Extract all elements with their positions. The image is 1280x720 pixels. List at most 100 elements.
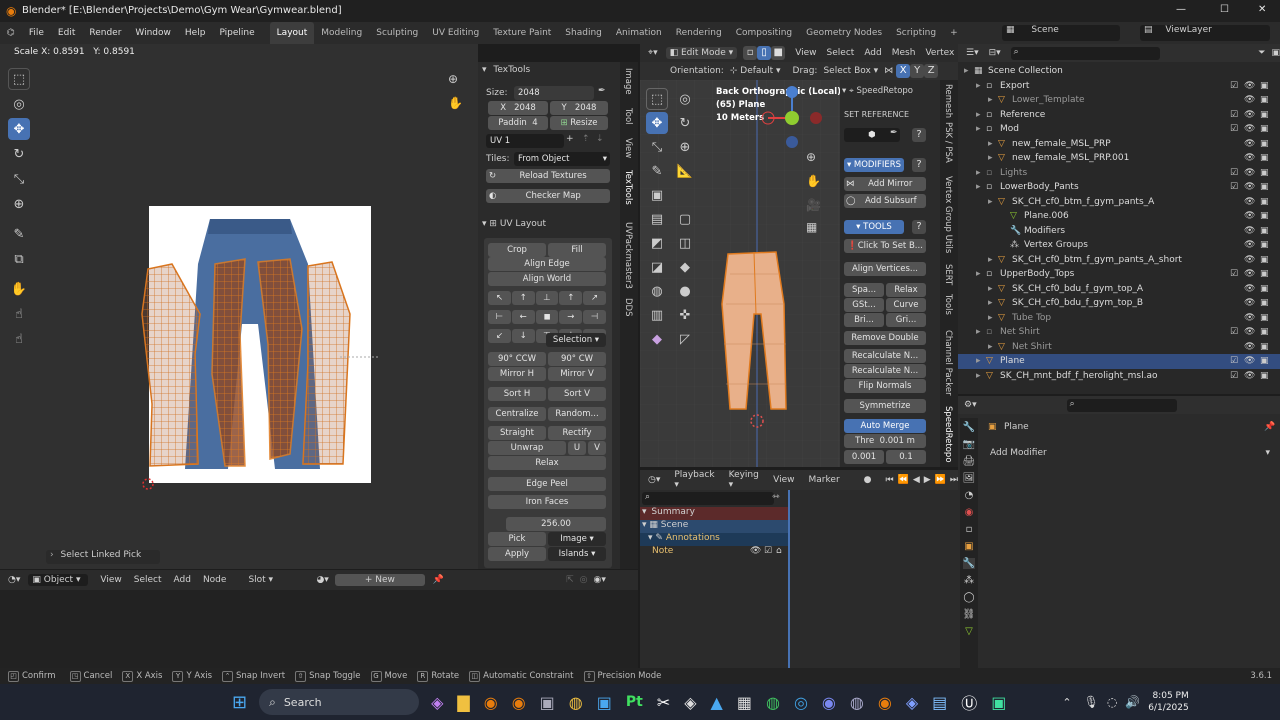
symmetrize-button[interactable]: Symmetrize	[844, 399, 926, 413]
bridge-button[interactable]: Bri...	[844, 313, 884, 327]
notepad-icon[interactable]: ▤	[932, 693, 947, 712]
expand-icon[interactable]: ▸	[976, 369, 981, 384]
image-dropdown[interactable]: Image ▾	[548, 532, 606, 546]
align-l-icon[interactable]: ⊢	[488, 310, 511, 324]
menu-render[interactable]: Render	[82, 22, 128, 44]
tab-shading[interactable]: Shading	[558, 22, 609, 44]
visibility-icon[interactable]: 👁	[1244, 296, 1255, 311]
add-modifier-dropdown[interactable]: Add Modifier ▾	[986, 446, 1274, 460]
rotate-ccw-button[interactable]: 90° CCW	[488, 352, 546, 366]
outliner-row[interactable]: ▸ ▽ SK_CH_cf0_btm_f_gym_pants_A 👁 ▣	[958, 195, 1280, 210]
add-cube-icon[interactable]: ▣	[646, 184, 668, 206]
tab-animation[interactable]: Animation	[609, 22, 669, 44]
render-visibility-icon[interactable]: ▣	[1260, 108, 1269, 123]
minimize-button[interactable]: —	[1176, 4, 1186, 15]
outliner-row[interactable]: ▸ ▦ Scene Collection	[958, 64, 1280, 79]
resize-button[interactable]: ⊞ Resize	[550, 116, 608, 130]
render-visibility-icon[interactable]: ▣	[1260, 311, 1269, 326]
exclude-checkbox-icon[interactable]: ☑	[1230, 122, 1238, 137]
unreal-icon[interactable]: Ⓤ	[961, 690, 977, 714]
axis-y-toggle[interactable]: Y	[910, 64, 925, 78]
menu-view[interactable]: View	[100, 575, 121, 585]
sort-v-button[interactable]: Sort V	[548, 387, 606, 401]
output-tab-icon[interactable]: 🖨	[963, 456, 976, 467]
shear-icon[interactable]: ◆	[646, 328, 668, 350]
menu-vertex[interactable]: Vertex	[925, 48, 954, 58]
x-size-field[interactable]: X 2048	[488, 101, 548, 115]
render-tab-icon[interactable]: 📷	[963, 439, 975, 450]
select-box-icon[interactable]: ⬚	[8, 68, 30, 90]
drag-dropdown[interactable]: Select Box ▾	[823, 66, 878, 76]
islands-dropdown[interactable]: Islands ▾	[548, 547, 606, 561]
inset-icon[interactable]: ▢	[674, 208, 696, 230]
maximize-button[interactable]: ☐	[1220, 4, 1229, 15]
pin-icon[interactable]: 📌	[433, 575, 444, 585]
tab-textools[interactable]: TexTools	[623, 170, 633, 205]
move-icon[interactable]: ✥	[646, 112, 668, 134]
size-dropdown[interactable]: 2048	[514, 86, 594, 100]
expand-icon[interactable]: ▸	[976, 325, 981, 340]
tab-rendering[interactable]: Rendering	[669, 22, 729, 44]
menu-select[interactable]: Select	[134, 575, 162, 585]
outliner-row[interactable]: ▸ ▫ LowerBody_Pants 👁 ▣ ☑	[958, 180, 1280, 195]
zoom-view-icon[interactable]: ⊕	[806, 150, 816, 164]
vertex-select-icon[interactable]: ▫	[743, 46, 758, 60]
app-icon-18[interactable]: ◈	[906, 693, 918, 712]
prev-key-icon[interactable]: ⏪	[898, 475, 909, 485]
rotate-icon[interactable]: ↻	[8, 143, 30, 165]
expand-icon[interactable]: ▸	[976, 180, 981, 195]
overlay-icon[interactable]: ◎	[580, 575, 588, 585]
node-editor-type-icon[interactable]: ◔▾	[8, 575, 20, 585]
scene-tab-icon[interactable]: ◔	[965, 490, 974, 501]
camera-view-icon[interactable]: 🎥	[806, 198, 821, 212]
align-r2-icon[interactable]: →	[559, 310, 583, 324]
properties-search[interactable]: ⌕	[1066, 398, 1177, 412]
tab-psk-psa[interactable]: PSK / PSA	[943, 122, 953, 163]
help-icon[interactable]: ?	[912, 128, 926, 142]
uv-up-icon[interactable]: ⇡	[582, 134, 590, 144]
scale-icon[interactable]: ⤡	[8, 168, 30, 190]
align-tl-icon[interactable]: ↖	[488, 291, 511, 305]
render-visibility-icon[interactable]: ▣	[1260, 369, 1269, 384]
wifi-icon[interactable]: ◌	[1107, 695, 1117, 709]
annotations-row[interactable]: ▾ ✎ Annotations	[640, 533, 788, 546]
visibility-icon[interactable]: 👁	[1244, 108, 1255, 123]
tab-scripting[interactable]: Scripting	[889, 22, 943, 44]
exclude-checkbox-icon[interactable]: ☑	[1230, 325, 1238, 340]
tab-image[interactable]: Image	[623, 68, 633, 95]
gstretch-button[interactable]: GSt...	[844, 298, 884, 312]
constraints-tab-icon[interactable]: ⛓	[963, 609, 976, 620]
app-icon-7[interactable]: ▣	[597, 693, 612, 712]
textools-header[interactable]: ▾ TexTools	[482, 65, 530, 75]
tab-remesh[interactable]: Remesh	[943, 84, 953, 118]
exclude-checkbox-icon[interactable]: ☑	[1230, 166, 1238, 181]
menu-help[interactable]: Help	[178, 22, 213, 44]
file-explorer-icon[interactable]: ▇	[457, 693, 469, 712]
exclude-checkbox-icon[interactable]: ☑	[1230, 369, 1238, 384]
orientation-dropdown[interactable]: ⊹ Default ▾	[730, 66, 781, 76]
photoshop-icon[interactable]: Pt	[626, 694, 643, 710]
uv-map-dropdown[interactable]: UV 1	[486, 134, 564, 148]
exclude-checkbox-icon[interactable]: ☑	[1230, 79, 1238, 94]
iron-faces-button[interactable]: Iron Faces	[488, 495, 606, 509]
taskbar-search[interactable]: ⌕ Search	[259, 689, 420, 715]
tab-sert[interactable]: SERT	[943, 264, 953, 285]
copilot-icon[interactable]: ◈	[431, 693, 443, 712]
render-visibility-icon[interactable]: ▣	[1260, 282, 1269, 297]
outliner-row[interactable]: ⁂ Vertex Groups 👁 ▣	[958, 238, 1280, 253]
tab-uv-editing[interactable]: UV Editing	[425, 22, 486, 44]
viewport-3d[interactable]: ⌖▾ ◧ Edit Mode ▾ ▫ ▯ ■ View Select Add M…	[640, 44, 958, 467]
outliner-row[interactable]: ▸ ▫ Net Shirt 👁 ▣ ☑	[958, 325, 1280, 340]
align-tc-icon[interactable]: ⊥	[535, 291, 559, 305]
outliner-row[interactable]: ▸ ▽ Tube Top 👁 ▣	[958, 311, 1280, 326]
render-visibility-icon[interactable]: ▣	[1260, 151, 1269, 166]
outliner-row[interactable]: ▸ ▽ SK_CH_mnt_bdf_f_herolight_msl.ao 👁 ▣ ☑	[958, 369, 1280, 384]
smooth-icon[interactable]: ●	[674, 280, 696, 302]
render-visibility-icon[interactable]: ▣	[1260, 340, 1269, 355]
axis-z-toggle[interactable]: Z	[924, 64, 939, 78]
outliner-row[interactable]: ▸ ▫ Reference 👁 ▣ ☑	[958, 108, 1280, 123]
visibility-icon[interactable]: 👁	[1244, 282, 1255, 297]
expand-icon[interactable]: ▸	[976, 354, 981, 369]
app-icon-21[interactable]: ▣	[991, 693, 1006, 712]
pinch-icon[interactable]: ☝	[8, 328, 30, 350]
